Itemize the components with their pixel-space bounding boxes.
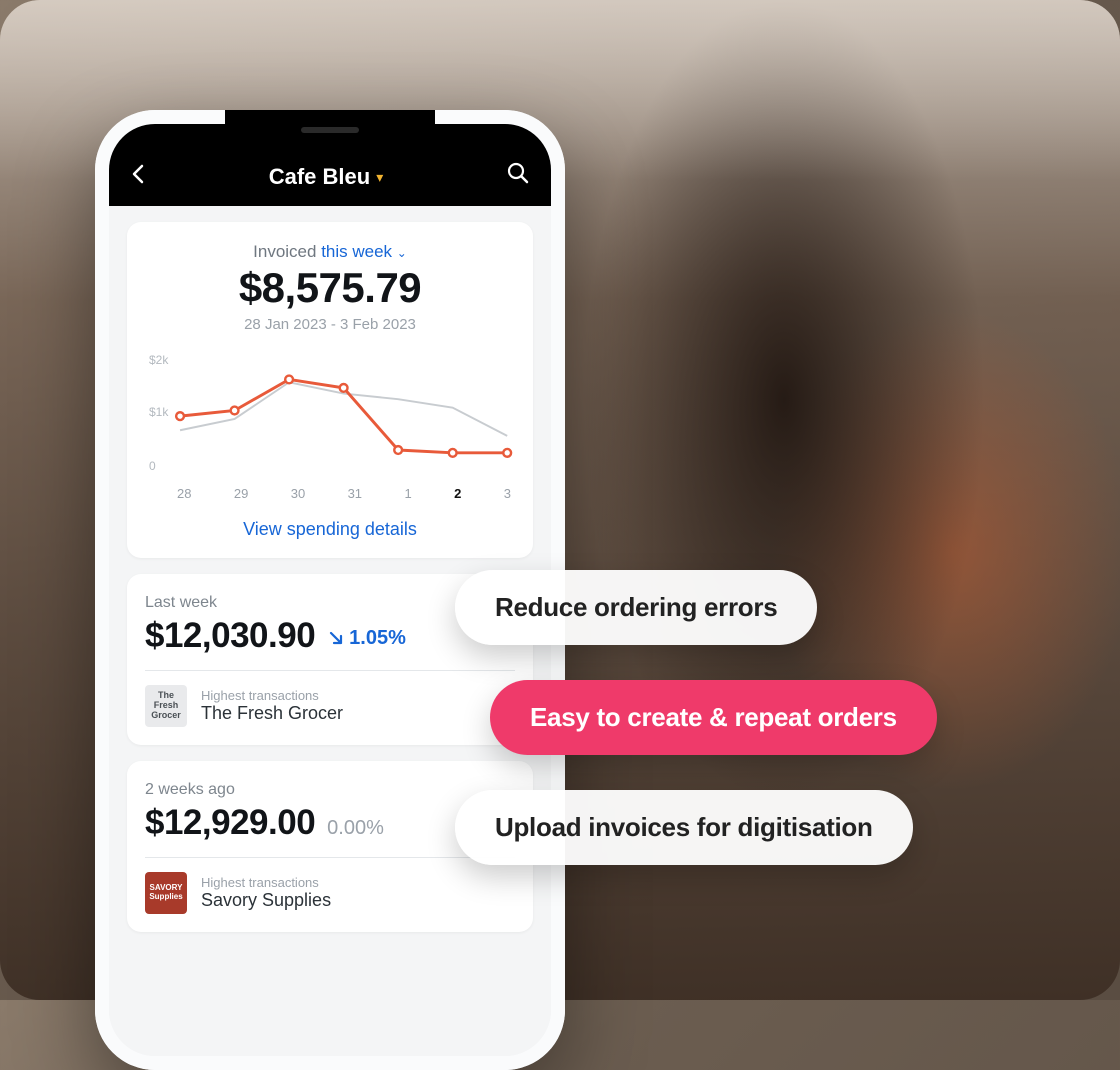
venue-selector[interactable]: Cafe Bleu ▾ xyxy=(269,164,384,190)
supplier-logo: SAVORYSupplies xyxy=(145,872,187,914)
search-icon xyxy=(507,162,529,184)
period-delta: 0.00% xyxy=(327,817,384,840)
invoiced-card: Invoiced this week ⌄ $8,575.79 28 Jan 20… xyxy=(127,222,533,558)
chart-x-ticks: 28293031123 xyxy=(177,486,511,501)
divider xyxy=(145,857,515,858)
period-delta: 1.05% xyxy=(327,627,406,650)
invoiced-label-prefix: Invoiced xyxy=(253,242,321,261)
chevron-left-icon xyxy=(131,164,145,184)
search-button[interactable] xyxy=(507,162,529,190)
divider xyxy=(145,670,515,671)
venue-title: Cafe Bleu xyxy=(269,164,370,190)
period-amount: $12,929.00 xyxy=(145,803,315,843)
chevron-down-icon: ⌄ xyxy=(397,246,407,260)
highest-transaction-row: SAVORYSupplies Highest transactions Savo… xyxy=(145,872,515,914)
highest-transactions-label: Highest transactions xyxy=(201,688,343,703)
phone-notch xyxy=(225,110,435,146)
chart-svg xyxy=(145,351,515,497)
arrow-down-right-icon xyxy=(327,629,345,647)
period-label: 2 weeks ago xyxy=(145,781,515,799)
feature-pill-repeat-orders: Easy to create & repeat orders xyxy=(490,680,937,755)
highest-transactions-label: Highest transactions xyxy=(201,875,331,890)
supplier-name: Savory Supplies xyxy=(201,890,331,911)
period-amount: $12,030.90 xyxy=(145,616,315,656)
feature-pill-upload-invoices: Upload invoices for digitisation xyxy=(455,790,913,865)
supplier-name: The Fresh Grocer xyxy=(201,703,343,724)
back-button[interactable] xyxy=(131,164,145,190)
view-spending-details-link[interactable]: View spending details xyxy=(145,519,515,540)
invoiced-date-range: 28 Jan 2023 - 3 Feb 2023 xyxy=(145,316,515,333)
invoiced-period-selector[interactable]: Invoiced this week ⌄ xyxy=(145,242,515,262)
feature-pill-reduce-errors: Reduce ordering errors xyxy=(455,570,817,645)
spending-chart[interactable]: $2k $1k 0 28293031123 xyxy=(145,351,515,501)
supplier-logo: TheFreshGrocer xyxy=(145,685,187,727)
highest-transaction-row: TheFreshGrocer Highest transactions The … xyxy=(145,685,515,727)
chevron-down-icon: ▾ xyxy=(376,169,383,186)
invoiced-period: this week xyxy=(321,242,392,261)
invoiced-amount: $8,575.79 xyxy=(145,264,515,312)
